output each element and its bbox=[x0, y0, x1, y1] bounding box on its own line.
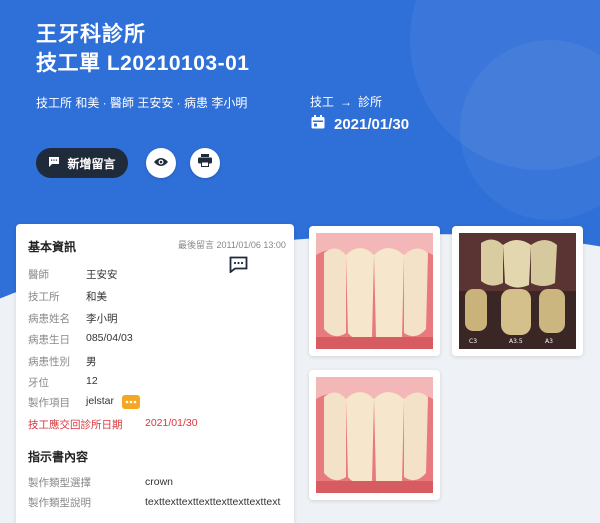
direction-flow: 技工 → 診所 bbox=[310, 93, 382, 110]
info-row: 病患姓名 李小明 bbox=[28, 311, 118, 326]
printer-icon bbox=[198, 154, 212, 172]
due-date: 2021/01/30 bbox=[334, 116, 410, 133]
info-key: 醫師 bbox=[28, 269, 49, 281]
tooth-photo[interactable] bbox=[309, 370, 440, 500]
instruction-key: 製作類型說明 bbox=[28, 497, 91, 509]
add-message-label: 新增留言 bbox=[67, 156, 116, 171]
message-icon bbox=[48, 156, 60, 171]
tooth-photo[interactable] bbox=[309, 226, 440, 356]
item-note-button[interactable] bbox=[122, 395, 141, 409]
info-key: 病患姓名 bbox=[28, 313, 70, 325]
info-key: 病患性別 bbox=[28, 356, 70, 368]
last-message-time: 最後留言 2011/01/06 13:00 bbox=[178, 240, 286, 250]
page-title: 技工單 L20210103-01 bbox=[36, 52, 250, 75]
print-button[interactable] bbox=[190, 148, 220, 178]
info-key: 技工所 bbox=[28, 291, 60, 303]
info-value: 12 bbox=[86, 375, 98, 387]
info-key: 病患生日 bbox=[28, 334, 70, 346]
info-value: jelstar bbox=[86, 395, 115, 407]
info-row: 醫師 王安安 bbox=[28, 267, 118, 282]
info-key: 牙位 bbox=[28, 377, 49, 389]
instruction-value: crown bbox=[145, 476, 174, 488]
instructions-title: 指示書內容 bbox=[28, 450, 89, 464]
info-value: 和美 bbox=[86, 291, 107, 303]
flow-from: 技工 bbox=[310, 95, 335, 109]
instruction-row: 製作類型說明 texttexttexttexttexttexttexttext bbox=[28, 495, 285, 510]
info-value: 王安安 bbox=[86, 269, 118, 281]
shade-guide-image: C3 A3.5 A3 bbox=[459, 233, 576, 349]
arrow-right-icon: → bbox=[340, 94, 353, 109]
info-row: 病患生日 085/04/03 bbox=[28, 332, 133, 347]
preview-button[interactable] bbox=[146, 148, 176, 178]
basic-info-card: 基本資訊 最後留言 2011/01/06 13:00 醫師 王安安 技工所 和美… bbox=[16, 224, 294, 523]
info-value: 085/04/03 bbox=[86, 332, 133, 344]
clinic-name: 王牙科診所 bbox=[36, 23, 146, 46]
shade-photo[interactable]: C3 A3.5 A3 bbox=[452, 226, 583, 356]
flow-to: 診所 bbox=[358, 95, 383, 109]
shade-label: A3 bbox=[545, 338, 553, 345]
due-date-display: 2021/01/30 bbox=[310, 114, 409, 135]
calendar-icon bbox=[310, 114, 326, 135]
info-key: 製作項目 bbox=[28, 397, 70, 409]
info-row: 牙位 12 bbox=[28, 375, 98, 390]
eye-icon bbox=[154, 154, 168, 172]
teeth-image bbox=[316, 377, 433, 493]
instruction-row: 製作類型選擇 crown bbox=[28, 475, 285, 490]
instruction-key: 製作類型選擇 bbox=[28, 477, 91, 489]
info-row: 製作項目 jelstar bbox=[28, 395, 141, 410]
instruction-value: texttexttexttexttexttexttexttext bbox=[145, 496, 281, 508]
order-meta: 技工所 和美 · 醫師 王安安 · 病患 李小明 bbox=[36, 96, 248, 110]
chat-icon[interactable] bbox=[229, 256, 248, 278]
return-date-label: 技工應交回診所日期 bbox=[28, 419, 123, 431]
shade-label: C3 bbox=[469, 338, 477, 345]
return-date-row: 技工應交回診所日期 2021/01/30 bbox=[28, 417, 198, 432]
add-message-button[interactable]: 新增留言 bbox=[36, 148, 128, 178]
info-value: 男 bbox=[86, 356, 97, 368]
info-row: 病患性別 男 bbox=[28, 354, 97, 369]
shade-label: A3.5 bbox=[509, 338, 523, 345]
return-date-value: 2021/01/30 bbox=[145, 417, 198, 429]
info-value: 李小明 bbox=[86, 313, 118, 325]
info-row: 技工所 和美 bbox=[28, 289, 107, 304]
basic-info-title: 基本資訊 bbox=[28, 240, 77, 254]
teeth-image bbox=[316, 233, 433, 349]
